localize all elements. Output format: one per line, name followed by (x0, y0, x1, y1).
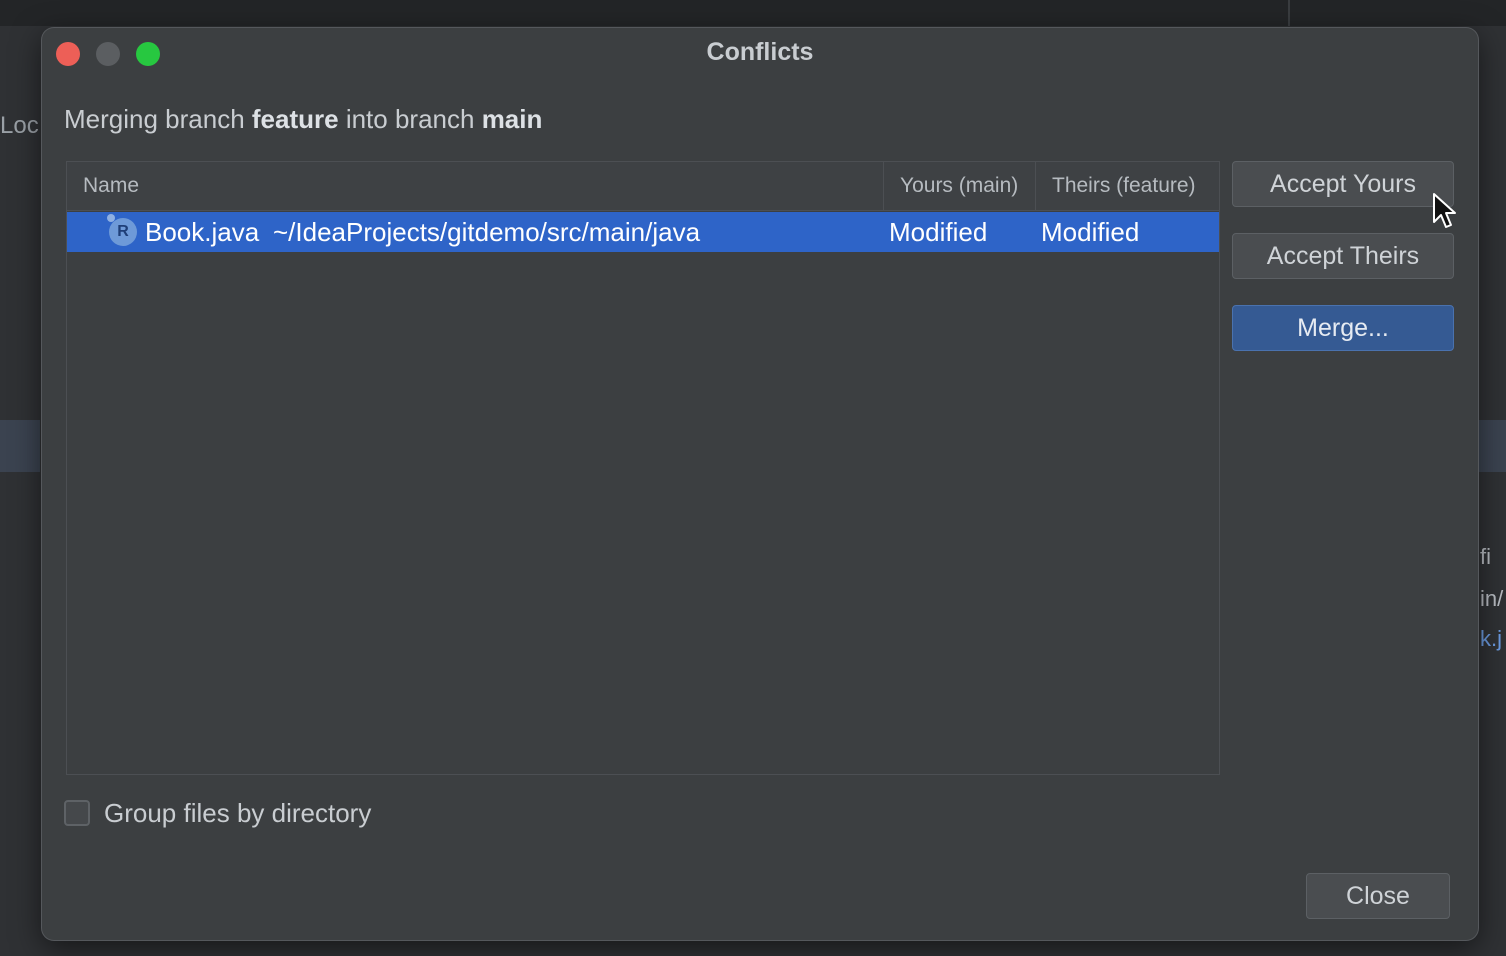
table-row[interactable]: R Book.java ~/IdeaProjects/gitdemo/src/m… (67, 212, 1219, 252)
mouse-cursor-icon (1433, 193, 1456, 228)
background-text: in/ (1480, 586, 1504, 611)
close-button[interactable]: Close (1306, 873, 1450, 919)
merge-button[interactable]: Merge... (1232, 305, 1454, 351)
conflicts-table: Name Yours (main) Theirs (feature) R Boo… (66, 161, 1220, 775)
file-path: ~/IdeaProjects/gitdemo/src/main/java (273, 217, 701, 247)
java-class-icon: R (109, 218, 137, 246)
title-bar: Conflicts (42, 28, 1478, 80)
background-selection-band (1478, 420, 1506, 472)
background-text: Loc (0, 112, 39, 139)
merge-description-prefix: Merging branch (64, 104, 252, 134)
group-by-directory-label[interactable]: Group files by directory (104, 798, 371, 829)
accept-theirs-button[interactable]: Accept Theirs (1232, 233, 1454, 279)
background-selection-band (0, 420, 40, 472)
target-branch: main (481, 104, 543, 134)
column-header-yours[interactable]: Yours (main) (883, 162, 1035, 210)
conflicts-dialog: Conflicts Merging branch feature into br… (42, 28, 1478, 940)
theirs-status: Modified (1041, 217, 1140, 247)
merge-description-middle: into branch (338, 104, 482, 134)
file-badge-icon (107, 214, 115, 222)
background-divider (1288, 0, 1290, 26)
column-header-theirs[interactable]: Theirs (feature) (1035, 162, 1219, 210)
column-header-name[interactable]: Name (83, 162, 883, 210)
table-header: Name Yours (main) Theirs (feature) (67, 162, 1219, 211)
background-text: fi (1480, 544, 1491, 569)
file-name: Book.java (145, 217, 260, 247)
dialog-title: Conflicts (706, 38, 814, 66)
merge-description: Merging branch feature into branch main (64, 104, 542, 135)
source-branch: feature (251, 104, 339, 134)
accept-yours-button[interactable]: Accept Yours (1232, 161, 1454, 207)
yours-status: Modified (889, 217, 988, 247)
group-by-directory-checkbox[interactable] (64, 800, 90, 826)
background-toolbar (0, 0, 1506, 26)
background-text: k.j (1480, 626, 1502, 651)
